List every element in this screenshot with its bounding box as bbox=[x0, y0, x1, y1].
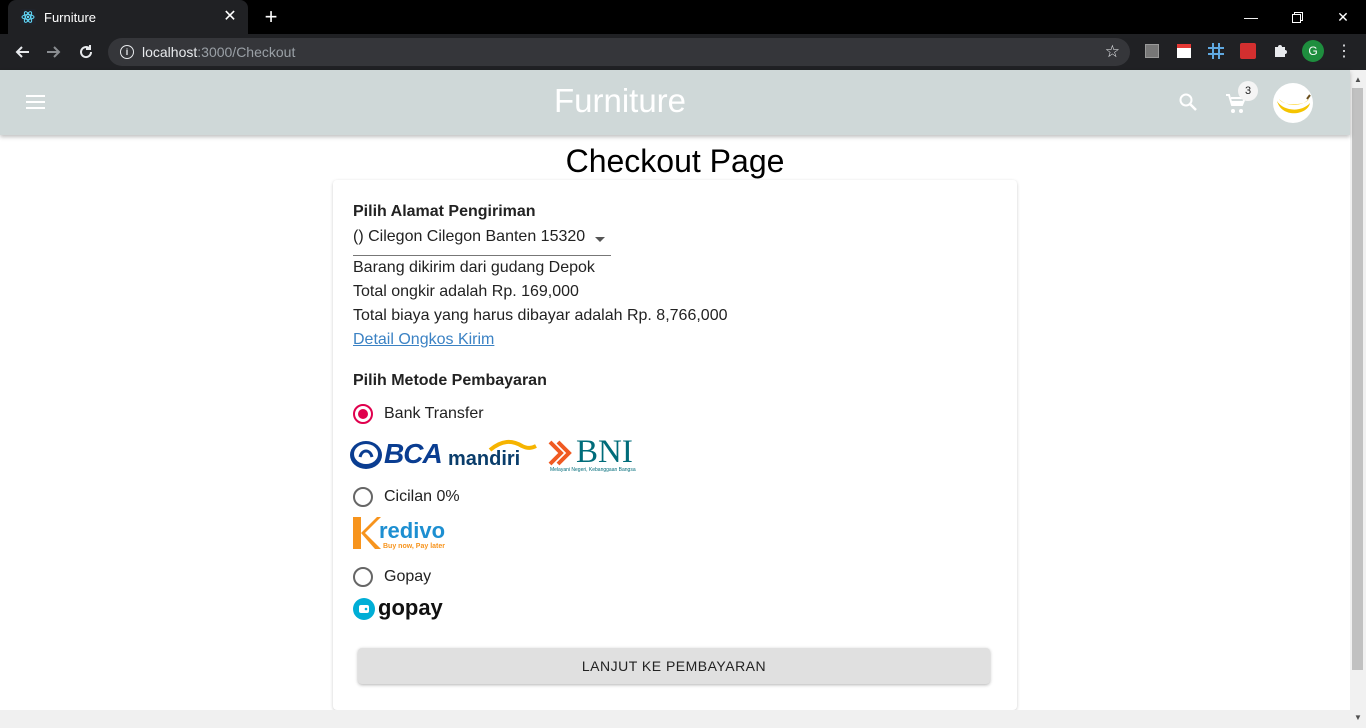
extension-icon[interactable] bbox=[1175, 42, 1193, 60]
address-select[interactable]: () Cilegon Cilegon Banten 15320 bbox=[353, 228, 611, 256]
gopay-wallet-icon bbox=[353, 598, 375, 620]
url-path: :3000/Checkout bbox=[197, 44, 296, 60]
kredivo-logo: redivo Buy now, Pay later bbox=[353, 517, 457, 553]
profile-avatar[interactable]: G bbox=[1302, 40, 1324, 62]
more-menu-icon[interactable]: ⋮ bbox=[1335, 42, 1353, 60]
bca-emblem-icon bbox=[350, 441, 382, 469]
app-header: Furniture 3 bbox=[0, 70, 1350, 135]
shipping-detail-link[interactable]: Detail Ongkos Kirim bbox=[353, 331, 494, 349]
shipping-total-text: Total ongkir adalah Rp. 169,000 bbox=[353, 283, 579, 300]
warehouse-text: Barang dikirim dari gudang Depok bbox=[353, 259, 595, 276]
browser-titlebar: Furniture ✕ + — ✕ bbox=[0, 0, 1366, 34]
url-host: localhost bbox=[142, 44, 198, 60]
tab-title: Furniture bbox=[44, 9, 97, 25]
info-icon[interactable]: i bbox=[120, 45, 134, 59]
address-selected-value: () Cilegon Cilegon Banten 15320 bbox=[353, 228, 586, 245]
kredivo-wordmark: redivo bbox=[379, 518, 446, 543]
extension-icon[interactable] bbox=[1239, 42, 1257, 60]
address-bar[interactable]: i localhost:3000/Checkout ☆ bbox=[108, 38, 1130, 66]
kredivo-k-icon bbox=[353, 517, 381, 549]
forward-icon[interactable] bbox=[42, 40, 66, 64]
gopay-logo: gopay bbox=[353, 595, 457, 622]
user-avatar[interactable] bbox=[1273, 83, 1313, 123]
gopay-radio[interactable] bbox=[353, 567, 373, 587]
mandiri-wave-icon bbox=[488, 439, 537, 452]
grand-total-text: Total biaya yang harus dibayar adalah Rp… bbox=[353, 307, 728, 324]
back-icon[interactable] bbox=[10, 40, 34, 64]
scroll-up-icon[interactable]: ▲ bbox=[1350, 72, 1366, 88]
scroll-thumb[interactable] bbox=[1352, 88, 1363, 670]
gopay-wordmark: gopay bbox=[378, 595, 443, 620]
dropdown-arrow-icon bbox=[595, 237, 605, 242]
reload-icon[interactable] bbox=[74, 40, 98, 64]
payment-heading: Pilih Metode Pembayaran bbox=[353, 372, 547, 389]
page-title: Checkout Page bbox=[565, 143, 785, 179]
kredivo-tagline: Buy now, Pay later bbox=[383, 543, 445, 550]
browser-tab[interactable]: Furniture ✕ bbox=[8, 0, 248, 34]
installment-radio[interactable] bbox=[353, 487, 373, 507]
extension-icon[interactable] bbox=[1143, 42, 1161, 60]
extension-icon[interactable] bbox=[1207, 42, 1225, 60]
browser-toolbar: i localhost:3000/Checkout ☆ G ⋮ bbox=[0, 34, 1366, 70]
continue-to-payment-button[interactable]: LANJUT KE PEMBAYARAN bbox=[358, 648, 990, 684]
bni-tagline: Melayani Negeri, Kebanggaan Bangsa bbox=[550, 467, 636, 473]
app-brand[interactable]: Furniture bbox=[0, 82, 1240, 120]
restore-icon[interactable] bbox=[1274, 0, 1320, 34]
bank-transfer-label[interactable]: Bank Transfer bbox=[384, 405, 484, 423]
address-heading: Pilih Alamat Pengiriman bbox=[353, 203, 536, 220]
close-tab-icon[interactable]: ✕ bbox=[222, 9, 238, 25]
gopay-label[interactable]: Gopay bbox=[384, 568, 431, 586]
close-window-icon[interactable]: ✕ bbox=[1320, 0, 1366, 34]
bank-logos: BCA mandiri BNI Melayani Negeri, Kebangg… bbox=[348, 434, 643, 476]
puzzle-icon[interactable] bbox=[1271, 42, 1289, 60]
bni-emblem-icon bbox=[548, 440, 572, 466]
cart-count-badge: 3 bbox=[1238, 81, 1258, 101]
new-tab-icon[interactable]: + bbox=[262, 6, 280, 28]
bni-logo: BNI bbox=[576, 434, 633, 470]
installment-label[interactable]: Cicilan 0% bbox=[384, 488, 460, 506]
bank-transfer-radio[interactable] bbox=[353, 404, 373, 424]
search-icon[interactable] bbox=[1178, 92, 1198, 112]
checkout-card: Pilih Alamat Pengiriman () Cilegon Cileg… bbox=[333, 180, 1017, 710]
minimize-icon[interactable]: — bbox=[1228, 0, 1274, 34]
bookmark-star-icon[interactable]: ☆ bbox=[1105, 42, 1120, 62]
page-bottom-background bbox=[0, 710, 1350, 728]
react-icon bbox=[20, 9, 36, 25]
bca-logo: BCA bbox=[384, 438, 443, 469]
scroll-down-icon[interactable]: ▼ bbox=[1350, 710, 1366, 726]
